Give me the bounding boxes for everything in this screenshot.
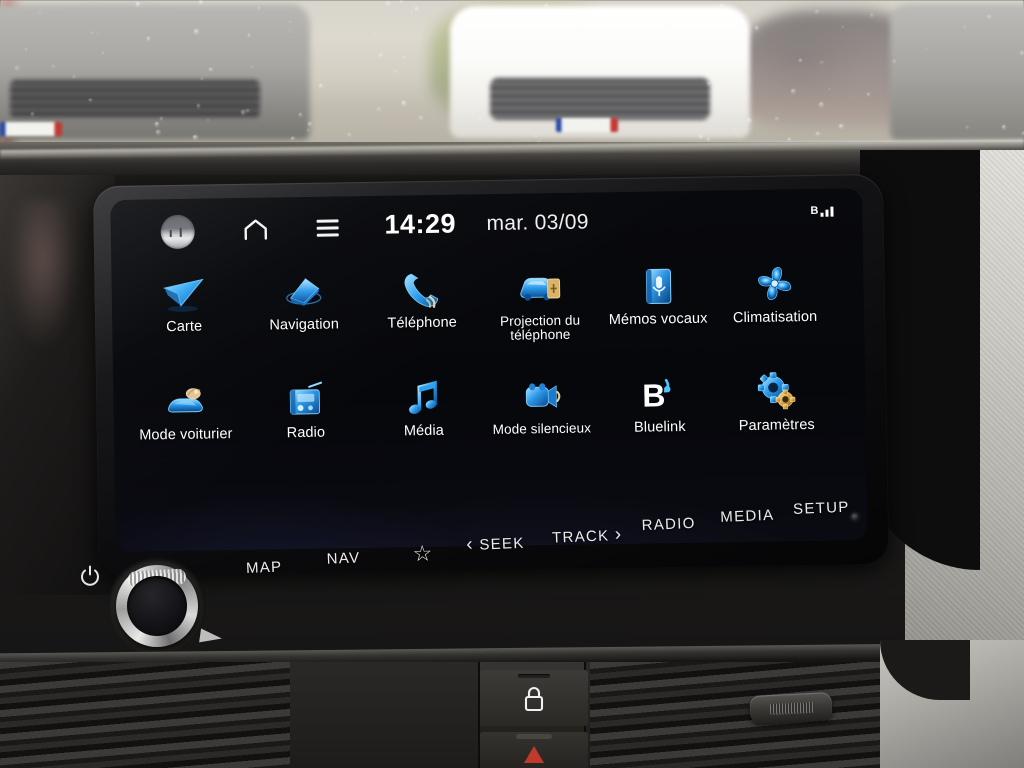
air-vent-left [0, 662, 290, 768]
app-memos-vocaux[interactable]: Mémos vocaux [598, 262, 717, 328]
hw-button-seek[interactable]: ‹ SEEK [466, 532, 525, 556]
hw-button-seek-label: SEEK [479, 534, 525, 554]
vent-control-grip [769, 701, 815, 716]
parked-car-left [0, 4, 310, 140]
license-plate-white [556, 118, 618, 132]
hw-button-setup[interactable]: SETUP [793, 499, 850, 518]
door-lock-button[interactable] [480, 670, 588, 726]
app-parametres[interactable]: Paramètres [717, 369, 836, 435]
svg-text:B: B [642, 377, 666, 413]
settings-gear-icon [717, 369, 836, 417]
hw-button-radio[interactable]: RADIO [641, 515, 696, 534]
signal-bar-3 [830, 206, 834, 217]
app-label: Projection du téléphone [499, 312, 581, 343]
parked-car-right [890, 4, 1024, 140]
app-label: Téléphone [387, 314, 458, 332]
knob-indicator-marker [199, 628, 223, 646]
hazard-triangle-icon [524, 746, 544, 763]
lock-icon [523, 686, 545, 712]
app-label: Paramètres [738, 416, 815, 435]
app-radio[interactable]: Radio [246, 376, 365, 442]
app-navigation[interactable]: Navigation [244, 268, 363, 334]
valet-mode-icon [126, 378, 245, 426]
knob-face [127, 576, 187, 636]
status-indicators: B [810, 204, 834, 217]
hw-button-track[interactable]: TRACK › [552, 524, 623, 549]
app-mode-silencieux[interactable]: Mode silencieux [482, 372, 601, 437]
app-label: Radio [286, 424, 326, 442]
app-label: Média [403, 422, 444, 440]
app-media[interactable]: Média [364, 374, 483, 440]
app-label: Climatisation [732, 308, 818, 327]
volume-knob-well [108, 557, 206, 655]
windshield-view [0, 0, 1024, 152]
microphone-hole [850, 512, 860, 522]
app-label: Navigation [269, 316, 340, 334]
center-control-panel [478, 662, 588, 768]
license-plate-left [0, 122, 62, 136]
hw-button-nav[interactable]: NAV [326, 549, 360, 567]
clock-time: 14:29 [384, 208, 457, 240]
favorite-star-icon[interactable]: ☆ [412, 541, 433, 568]
track-next-chevron-icon: › [614, 523, 623, 546]
app-label: Mémos vocaux [608, 310, 708, 329]
hw-button-media[interactable]: MEDIA [720, 507, 775, 526]
signal-bar-1 [820, 212, 824, 217]
map-arrow-icon [124, 270, 243, 318]
app-mode-voiturier[interactable]: Mode voiturier [126, 378, 245, 444]
app-label: Bluelink [633, 418, 686, 436]
media-note-icon [364, 374, 483, 422]
app-projection-telephone[interactable]: Projection du téléphone [480, 264, 599, 343]
clock-date: mar. 03/09 [486, 209, 589, 235]
parked-car-white-grille [490, 78, 710, 120]
power-icon[interactable] [79, 565, 101, 587]
app-telephone[interactable]: Téléphone [362, 266, 481, 332]
lock-button-notch [518, 674, 550, 678]
hazard-button-notch [516, 734, 552, 739]
climate-fan-icon [715, 261, 834, 309]
phone-projection-icon [480, 264, 599, 312]
signal-bar-2 [825, 209, 829, 217]
vent-direction-control[interactable] [749, 691, 833, 725]
app-bluelink[interactable]: B Bluelink [600, 370, 719, 436]
radio-icon [246, 376, 365, 424]
bluetooth-icon: B [810, 204, 819, 217]
hw-button-map[interactable]: MAP [246, 559, 283, 577]
dashboard-left-reflection [8, 200, 78, 350]
app-climatisation[interactable]: Climatisation [715, 261, 834, 327]
quiet-mode-icon [482, 372, 601, 420]
navigation-icon [244, 268, 363, 316]
parked-car-left-grille [10, 80, 260, 118]
volume-knob[interactable] [116, 565, 198, 647]
app-carte[interactable]: Carte [124, 270, 243, 336]
app-label: Mode voiturier [139, 426, 233, 444]
app-label: Carte [166, 318, 203, 336]
hw-button-track-label: TRACK [551, 527, 610, 547]
voice-memo-icon [598, 262, 717, 310]
bluelink-icon: B [600, 370, 719, 418]
phone-icon [362, 266, 481, 314]
seek-prev-chevron-icon: ‹ [465, 533, 475, 556]
clock-date-group: 14:29 mar. 03/09 [110, 202, 862, 245]
hazard-lights-button[interactable] [480, 732, 588, 768]
app-label: Mode silencieux [492, 420, 592, 437]
